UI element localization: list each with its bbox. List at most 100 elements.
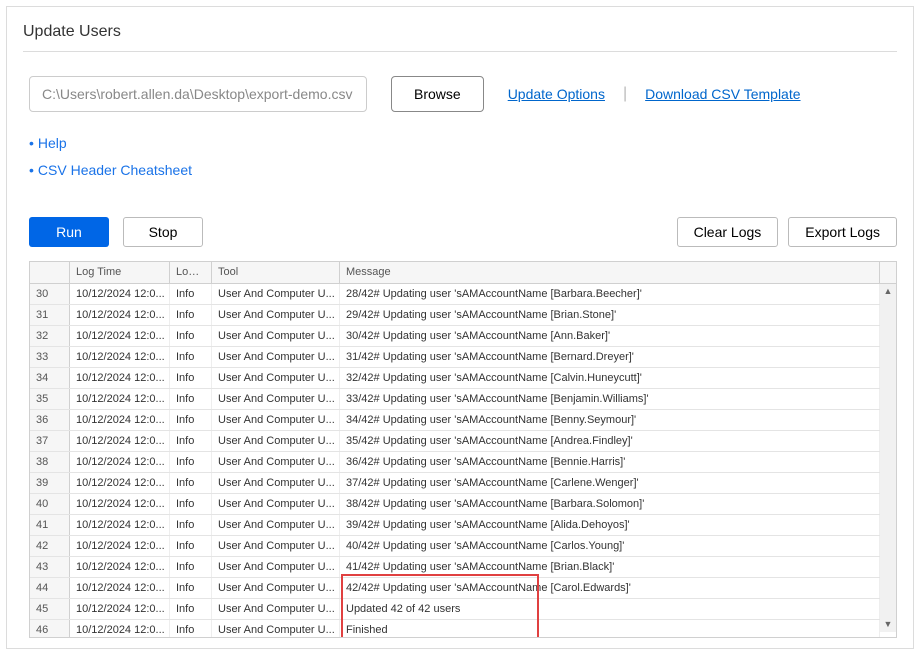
table-row[interactable]: 4110/12/2024 12:0...InfoUser And Compute…	[30, 515, 896, 536]
cell-logtype: Info	[170, 389, 212, 409]
table-row[interactable]: 3110/12/2024 12:0...InfoUser And Compute…	[30, 305, 896, 326]
cell-logtime: 10/12/2024 12:0...	[70, 368, 170, 388]
stop-button[interactable]: Stop	[123, 217, 203, 247]
cell-logtype: Info	[170, 536, 212, 556]
scroll-track[interactable]	[880, 299, 896, 617]
download-template-link[interactable]: Download CSV Template	[645, 86, 800, 102]
cell-logtype: Info	[170, 557, 212, 577]
table-row[interactable]: 3410/12/2024 12:0...InfoUser And Compute…	[30, 368, 896, 389]
row-number: 43	[30, 557, 70, 577]
scrollbar[interactable]: ▲ ▼	[880, 284, 896, 632]
clear-logs-button[interactable]: Clear Logs	[677, 217, 779, 247]
cell-logtime: 10/12/2024 12:0...	[70, 305, 170, 325]
cell-logtime: 10/12/2024 12:0...	[70, 578, 170, 598]
cell-logtype: Info	[170, 410, 212, 430]
cell-logtype: Info	[170, 347, 212, 367]
cell-logtype: Info	[170, 620, 212, 637]
page-title: Update Users	[23, 23, 897, 41]
table-row[interactable]: 3610/12/2024 12:0...InfoUser And Compute…	[30, 410, 896, 431]
grid-body: 3010/12/2024 12:0...InfoUser And Compute…	[30, 284, 896, 637]
cell-tool: User And Computer U...	[212, 620, 340, 637]
col-header-scroll	[880, 262, 896, 283]
grid-header: Log Time Log T... Tool Message	[30, 262, 896, 284]
cell-logtype: Info	[170, 599, 212, 619]
table-row[interactable]: 4010/12/2024 12:0...InfoUser And Compute…	[30, 494, 896, 515]
row-number: 33	[30, 347, 70, 367]
table-row[interactable]: 3210/12/2024 12:0...InfoUser And Compute…	[30, 326, 896, 347]
col-header-message[interactable]: Message	[340, 262, 880, 283]
cell-logtime: 10/12/2024 12:0...	[70, 347, 170, 367]
table-row[interactable]: 3510/12/2024 12:0...InfoUser And Compute…	[30, 389, 896, 410]
col-header-logtime[interactable]: Log Time	[70, 262, 170, 283]
cell-tool: User And Computer U...	[212, 389, 340, 409]
cell-logtype: Info	[170, 431, 212, 451]
col-header-rownum[interactable]	[30, 262, 70, 283]
cell-logtype: Info	[170, 326, 212, 346]
row-number: 37	[30, 431, 70, 451]
cell-message: 42/42# Updating user 'sAMAccountName [Ca…	[340, 578, 880, 598]
row-number: 34	[30, 368, 70, 388]
row-number: 46	[30, 620, 70, 637]
table-row[interactable]: 4310/12/2024 12:0...InfoUser And Compute…	[30, 557, 896, 578]
scroll-down-icon[interactable]: ▼	[880, 617, 896, 632]
help-links: •Help •CSV Header Cheatsheet	[29, 130, 897, 183]
cell-message: 36/42# Updating user 'sAMAccountName [Be…	[340, 452, 880, 472]
table-row[interactable]: 4610/12/2024 12:0...InfoUser And Compute…	[30, 620, 896, 637]
browse-button[interactable]: Browse	[391, 76, 484, 112]
link-separator: |	[623, 85, 627, 103]
file-row: Browse Update Options | Download CSV Tem…	[29, 76, 897, 112]
col-header-logtype[interactable]: Log T...	[170, 262, 212, 283]
csv-path-input[interactable]	[29, 76, 367, 112]
link-group: Update Options | Download CSV Template	[508, 85, 801, 103]
table-row[interactable]: 4510/12/2024 12:0...InfoUser And Compute…	[30, 599, 896, 620]
row-number: 44	[30, 578, 70, 598]
cell-tool: User And Computer U...	[212, 557, 340, 577]
cell-tool: User And Computer U...	[212, 431, 340, 451]
cell-logtype: Info	[170, 452, 212, 472]
help-link[interactable]: •Help	[29, 130, 897, 157]
cell-tool: User And Computer U...	[212, 284, 340, 304]
cell-message: 34/42# Updating user 'sAMAccountName [Be…	[340, 410, 880, 430]
export-logs-button[interactable]: Export Logs	[788, 217, 897, 247]
table-row[interactable]: 4410/12/2024 12:0...InfoUser And Compute…	[30, 578, 896, 599]
cell-tool: User And Computer U...	[212, 410, 340, 430]
table-row[interactable]: 3710/12/2024 12:0...InfoUser And Compute…	[30, 431, 896, 452]
cell-tool: User And Computer U...	[212, 494, 340, 514]
table-row[interactable]: 3810/12/2024 12:0...InfoUser And Compute…	[30, 452, 896, 473]
cell-logtype: Info	[170, 515, 212, 535]
table-row[interactable]: 3010/12/2024 12:0...InfoUser And Compute…	[30, 284, 896, 305]
cell-logtime: 10/12/2024 12:0...	[70, 557, 170, 577]
cell-message: 28/42# Updating user 'sAMAccountName [Ba…	[340, 284, 880, 304]
cell-logtype: Info	[170, 305, 212, 325]
cell-message: 40/42# Updating user 'sAMAccountName [Ca…	[340, 536, 880, 556]
cell-message: 39/42# Updating user 'sAMAccountName [Al…	[340, 515, 880, 535]
cell-message: 29/42# Updating user 'sAMAccountName [Br…	[340, 305, 880, 325]
cheatsheet-link[interactable]: •CSV Header Cheatsheet	[29, 157, 897, 184]
cell-logtype: Info	[170, 494, 212, 514]
cell-logtime: 10/12/2024 12:0...	[70, 620, 170, 637]
cell-logtime: 10/12/2024 12:0...	[70, 494, 170, 514]
table-row[interactable]: 3310/12/2024 12:0...InfoUser And Compute…	[30, 347, 896, 368]
row-number: 40	[30, 494, 70, 514]
run-button[interactable]: Run	[29, 217, 109, 247]
cell-logtime: 10/12/2024 12:0...	[70, 284, 170, 304]
cell-logtime: 10/12/2024 12:0...	[70, 515, 170, 535]
cell-logtime: 10/12/2024 12:0...	[70, 473, 170, 493]
cell-message: 41/42# Updating user 'sAMAccountName [Br…	[340, 557, 880, 577]
table-row[interactable]: 3910/12/2024 12:0...InfoUser And Compute…	[30, 473, 896, 494]
cell-logtype: Info	[170, 473, 212, 493]
update-options-link[interactable]: Update Options	[508, 86, 605, 102]
table-row[interactable]: 4210/12/2024 12:0...InfoUser And Compute…	[30, 536, 896, 557]
cell-tool: User And Computer U...	[212, 452, 340, 472]
row-number: 38	[30, 452, 70, 472]
col-header-tool[interactable]: Tool	[212, 262, 340, 283]
row-number: 41	[30, 515, 70, 535]
cell-message: 32/42# Updating user 'sAMAccountName [Ca…	[340, 368, 880, 388]
row-number: 32	[30, 326, 70, 346]
cell-message: 38/42# Updating user 'sAMAccountName [Ba…	[340, 494, 880, 514]
cell-logtime: 10/12/2024 12:0...	[70, 326, 170, 346]
cell-tool: User And Computer U...	[212, 368, 340, 388]
row-number: 45	[30, 599, 70, 619]
cell-message: 30/42# Updating user 'sAMAccountName [An…	[340, 326, 880, 346]
scroll-up-icon[interactable]: ▲	[880, 284, 896, 299]
